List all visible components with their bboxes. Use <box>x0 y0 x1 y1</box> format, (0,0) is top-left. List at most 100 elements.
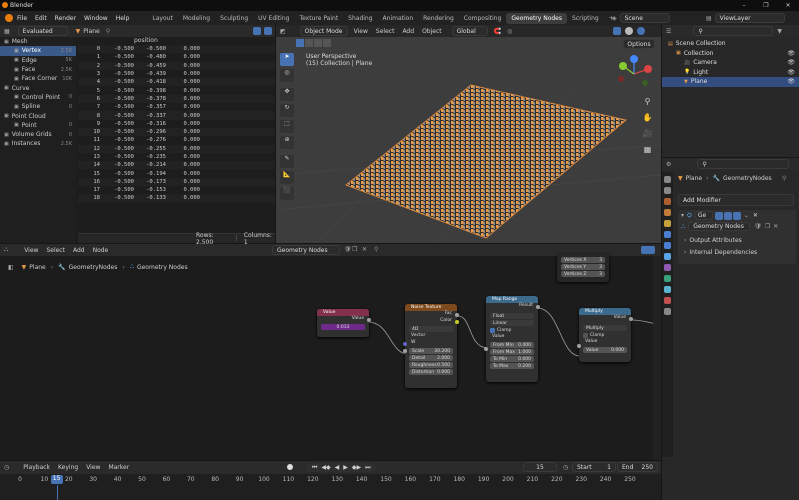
node-field[interactable]: Detail 2.000 <box>409 355 453 361</box>
add-cube-tool-icon[interactable]: ⬛ <box>280 187 294 200</box>
start-frame-field[interactable]: Start 1 <box>572 462 616 472</box>
properties-tab-icon[interactable] <box>664 231 671 238</box>
transform-tool-icon[interactable]: ⊕ <box>280 136 294 149</box>
fake-user-icon[interactable]: 🛡 <box>754 223 762 230</box>
workspace-tab[interactable]: Layout <box>147 13 177 24</box>
evaluation-mode-dropdown[interactable]: Evaluated <box>17 26 68 36</box>
viewport-menu-select[interactable]: Select <box>376 28 395 35</box>
workspace-tab[interactable]: Compositing <box>459 13 507 24</box>
node-field[interactable]: To Max 0.200 <box>490 363 534 369</box>
node-menu-add[interactable]: Add <box>73 247 85 254</box>
blender-menu-icon[interactable] <box>5 14 13 22</box>
select-mode-set-icon[interactable] <box>296 39 304 47</box>
value-field[interactable]: 0.033 <box>321 324 365 330</box>
noise-texture-node[interactable]: Noise Texture Fac Color 4D Vector W Scal… <box>403 304 459 388</box>
value-input-socket[interactable] <box>484 347 488 351</box>
play-icon[interactable]: ▶ <box>343 464 348 471</box>
visibility-eye-icon[interactable]: 👁 <box>787 59 795 66</box>
properties-search[interactable]: ⚲ <box>697 159 790 169</box>
workspace-tab[interactable]: Modeling <box>178 13 215 24</box>
node-field[interactable]: Distortion 0.000 <box>409 369 453 375</box>
menu-edit[interactable]: Edit <box>35 15 47 22</box>
ortho-grid-icon[interactable]: ▦ <box>642 145 653 157</box>
select-mode-subtract-icon[interactable] <box>314 39 322 47</box>
outliner-item[interactable]: 🎥 Camera 👁 <box>662 58 799 68</box>
color-output-socket[interactable] <box>455 320 459 324</box>
selected-only-icon[interactable] <box>264 27 272 35</box>
solid-shading-icon[interactable] <box>625 27 633 35</box>
editor-type-icon[interactable]: ▦ <box>4 28 10 35</box>
properties-tab-icon[interactable] <box>664 264 671 271</box>
domain-item[interactable]: ▣ Mesh <box>0 37 76 46</box>
node-menu-view[interactable]: View <box>24 247 38 254</box>
jump-end-icon[interactable]: ⏭ <box>365 464 370 472</box>
properties-tab-icon[interactable] <box>664 308 671 315</box>
domain-item[interactable]: ▣ Face 2.5K <box>0 65 76 74</box>
filter-icon[interactable]: ▼ <box>777 28 782 35</box>
node-field[interactable]: From Min 0.400 <box>490 342 534 348</box>
outliner-item[interactable]: ▤ Scene Collection <box>662 39 799 49</box>
node-field[interactable]: From Max 1.000 <box>490 349 534 355</box>
editor-type-icon[interactable]: ◷ <box>4 464 9 471</box>
properties-tab-icon[interactable] <box>664 286 671 293</box>
navigation-gizmo-icon[interactable] <box>615 55 653 93</box>
toggle-sidebar-icon[interactable]: ◧ <box>8 264 14 271</box>
domain-item[interactable]: ▣ Point 0 <box>0 121 76 130</box>
dimensions-dropdown[interactable]: 4D <box>409 326 453 332</box>
domain-item[interactable]: ▣ Curve <box>0 83 76 92</box>
editor-type-icon[interactable]: ⛬ <box>4 246 8 254</box>
outliner-item[interactable]: ▼ Plane 👁 <box>662 77 799 87</box>
menu-help[interactable]: Help <box>116 15 130 22</box>
value-node[interactable]: Value Value 0.033 <box>317 309 371 337</box>
properties-tab-icon[interactable] <box>664 176 671 183</box>
editor-type-icon[interactable]: ☰ <box>666 28 671 35</box>
orientation-dropdown[interactable]: Global <box>451 26 488 36</box>
node-field[interactable]: Scale 30.200 <box>409 348 453 354</box>
output-socket[interactable] <box>367 318 371 322</box>
properties-tab-icon[interactable] <box>664 220 671 227</box>
collapse-icon[interactable]: ▾ <box>681 212 684 219</box>
properties-tab-icon[interactable] <box>664 242 671 249</box>
visibility-eye-icon[interactable]: 👁 <box>787 78 795 85</box>
map-range-node[interactable]: Map Range Result Float Linear Clamp Valu… <box>484 296 540 382</box>
rotate-tool-icon[interactable]: ↻ <box>280 104 294 117</box>
pin-icon[interactable]: ⚲ <box>782 175 786 182</box>
domain-item[interactable]: ▣ Vertex 2.5K <box>0 46 76 56</box>
timeline-menu-view[interactable]: View <box>86 464 100 471</box>
viewport-menu-add[interactable]: Add <box>402 28 414 35</box>
select-mode-extend-icon[interactable] <box>305 39 313 47</box>
properties-tab-icon[interactable] <box>664 297 671 304</box>
node-menu-node[interactable]: Node <box>93 247 109 254</box>
clock-icon[interactable]: ◷ <box>563 464 568 471</box>
viewport-menu-object[interactable]: Object <box>422 28 442 35</box>
annotate-tool-icon[interactable]: ✎ <box>280 155 294 168</box>
workspace-tab[interactable]: Animation <box>378 13 419 24</box>
node-field[interactable]: Roughness 0.500 <box>409 362 453 368</box>
remove-modifier-icon[interactable]: ✕ <box>753 212 758 219</box>
result-output-socket[interactable] <box>536 305 540 309</box>
outliner-search[interactable]: ⚲ <box>693 26 774 36</box>
domain-item[interactable]: ▣ Spline 0 <box>0 102 76 111</box>
duplicate-icon[interactable]: ❐ <box>352 246 357 253</box>
editor-type-icon[interactable]: ◩ <box>280 28 286 35</box>
record-icon[interactable] <box>287 464 293 470</box>
clamp-checkbox[interactable]: Clamp <box>486 327 538 334</box>
properties-tab-icon[interactable] <box>664 198 671 205</box>
object-mode-dropdown[interactable]: Object Mode <box>299 26 348 36</box>
vector-input-socket[interactable] <box>403 342 407 346</box>
workspace-tab[interactable]: UV Editing <box>253 13 294 24</box>
pin-icon[interactable]: ⚲ <box>374 246 378 253</box>
domain-item[interactable]: ▣ Point Cloud <box>0 111 76 120</box>
overlays-icon[interactable] <box>641 246 655 254</box>
current-frame-marker[interactable]: 15 <box>50 475 63 484</box>
node-field[interactable]: To Min 0.000 <box>490 356 534 362</box>
measure-tool-icon[interactable]: 📐 <box>280 171 294 184</box>
visibility-eye-icon[interactable]: 👁 <box>787 50 795 57</box>
add-modifier-button[interactable]: Add Modifier <box>678 194 794 206</box>
workspace-tab[interactable]: Rendering <box>418 13 459 24</box>
menu-file[interactable]: File <box>17 15 27 22</box>
viewlayer-selector[interactable]: ▤ ViewLayer <box>706 13 785 23</box>
outliner-item[interactable]: 💡 Light 👁 <box>662 68 799 78</box>
workspace-tab[interactable]: Sculpting <box>215 13 253 24</box>
w-input-socket[interactable] <box>403 349 407 353</box>
